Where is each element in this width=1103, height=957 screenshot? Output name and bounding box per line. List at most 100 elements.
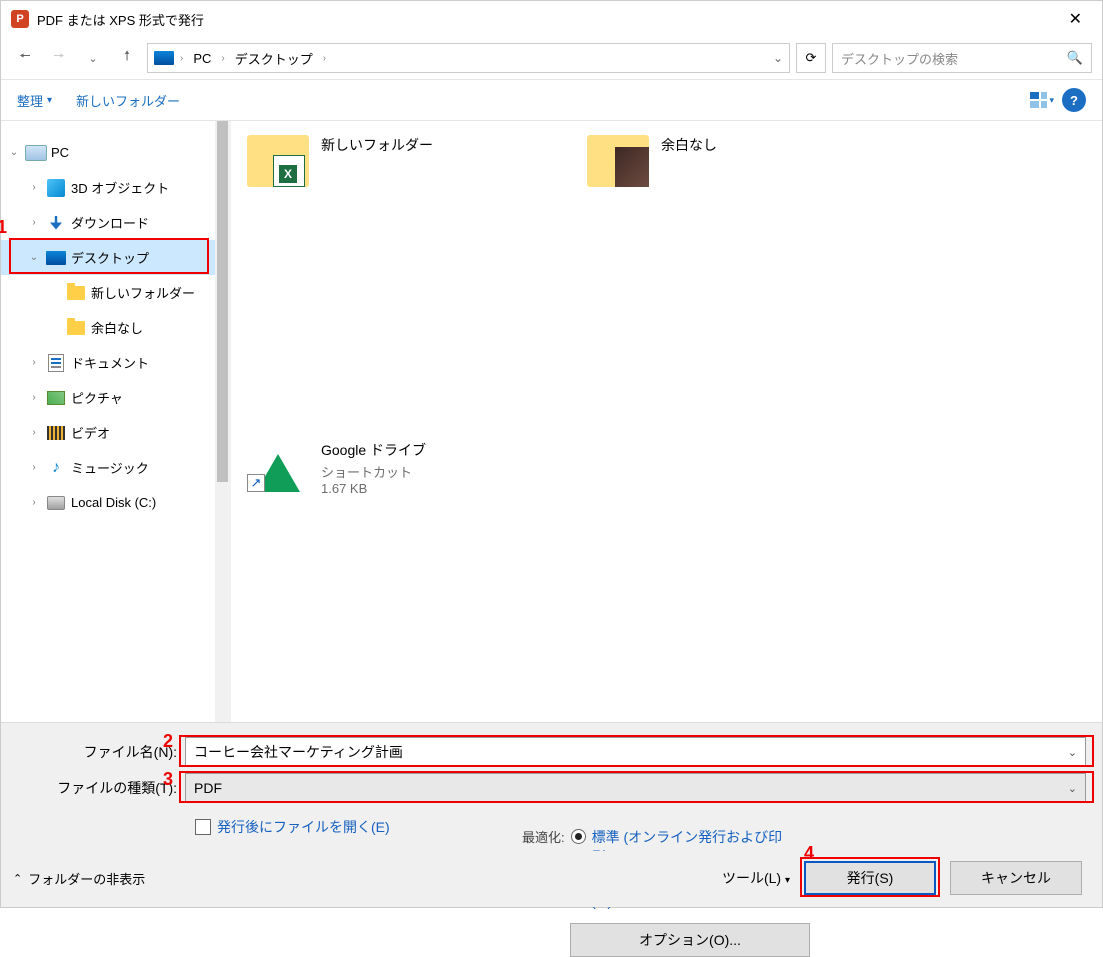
chevron-right-icon: › bbox=[221, 53, 224, 64]
tree-label: ダウンロード bbox=[71, 213, 149, 232]
tree-label: ピクチャ bbox=[71, 388, 123, 407]
cube-icon bbox=[47, 179, 65, 197]
tree-node-no-margin[interactable]: 余白なし bbox=[1, 310, 230, 345]
tree-node-pc[interactable]: ⌄ PC bbox=[1, 135, 230, 170]
open-after-checkbox[interactable] bbox=[195, 819, 211, 835]
tree-label: ドキュメント bbox=[71, 353, 149, 372]
monitor-icon bbox=[154, 51, 174, 65]
document-icon bbox=[48, 354, 64, 372]
hide-folders-label: フォルダーの非表示 bbox=[28, 869, 145, 888]
file-name: 余白なし bbox=[661, 135, 717, 155]
download-icon bbox=[50, 216, 62, 230]
file-name: Google ドライブ bbox=[321, 440, 426, 460]
folder-icon bbox=[247, 135, 309, 187]
tree-label: ビデオ bbox=[71, 423, 110, 442]
close-button[interactable]: ✕ bbox=[1059, 3, 1092, 35]
tree-label: PC bbox=[51, 145, 69, 160]
tree-node-pictures[interactable]: › ピクチャ bbox=[1, 380, 230, 415]
folder-icon bbox=[587, 135, 649, 187]
tree-node-videos[interactable]: › ビデオ bbox=[1, 415, 230, 450]
music-icon: ♪ bbox=[52, 459, 60, 477]
expand-icon[interactable]: › bbox=[27, 357, 41, 368]
tree-node-downloads[interactable]: › ダウンロード bbox=[1, 205, 230, 240]
powerpoint-icon: P bbox=[11, 10, 29, 28]
optimize-label: 最適化: bbox=[522, 827, 565, 846]
search-input[interactable]: デスクトップの検索 🔍 bbox=[832, 43, 1092, 73]
chevron-down-icon: ▾ bbox=[47, 95, 52, 106]
file-name: 新しいフォルダー bbox=[321, 135, 433, 155]
tree-label: 3D オブジェクト bbox=[71, 178, 169, 197]
collapse-icon[interactable]: ⌄ bbox=[27, 252, 41, 263]
help-button[interactable]: ? bbox=[1062, 88, 1086, 112]
address-bar[interactable]: › PC › デスクトップ › ⌄ bbox=[147, 43, 790, 73]
filename-input[interactable]: コーヒー会社マーケティング計画 ⌄ bbox=[185, 737, 1086, 767]
new-folder-button[interactable]: 新しいフォルダー bbox=[76, 91, 180, 110]
filetype-value: PDF bbox=[194, 780, 222, 796]
file-list[interactable]: 新しいフォルダー 余白なし ↗ Google ドライブ ショートカット 1.67… bbox=[231, 121, 1102, 722]
forward-button[interactable]: 🠖 bbox=[45, 44, 73, 72]
chevron-down-icon: ▾ bbox=[785, 875, 790, 886]
expand-icon[interactable]: › bbox=[27, 392, 41, 403]
filetype-select[interactable]: PDF ⌄ bbox=[185, 773, 1086, 803]
folder-tree: ⌄ PC › 3D オブジェクト › ダウンロード ⌄ デスクトップ bbox=[1, 121, 231, 722]
expand-icon[interactable]: › bbox=[27, 462, 41, 473]
disk-icon bbox=[47, 496, 65, 510]
up-button[interactable]: 🠕 bbox=[113, 44, 141, 72]
folder-icon bbox=[67, 286, 85, 300]
organize-button[interactable]: 整理 ▾ bbox=[17, 91, 52, 110]
open-after-label[interactable]: 発行後にファイルを開く(E) bbox=[217, 817, 390, 837]
hide-folders-button[interactable]: ⌃ フォルダーの非表示 bbox=[13, 869, 145, 888]
filename-label: ファイル名(N): bbox=[17, 742, 185, 762]
chevron-down-icon[interactable]: ⌄ bbox=[1068, 746, 1077, 759]
chevron-down-icon: ▾ bbox=[1049, 95, 1054, 106]
breadcrumb-desktop[interactable]: デスクトップ bbox=[231, 49, 317, 68]
chevron-down-icon[interactable]: ⌄ bbox=[773, 51, 783, 65]
cancel-button[interactable]: キャンセル bbox=[950, 861, 1082, 895]
video-icon bbox=[47, 426, 65, 440]
tree-node-desktop[interactable]: ⌄ デスクトップ bbox=[1, 240, 230, 275]
file-size: 1.67 KB bbox=[321, 481, 426, 496]
expand-icon[interactable]: › bbox=[27, 497, 41, 508]
search-icon: 🔍 bbox=[1067, 50, 1083, 66]
back-button[interactable]: 🠔 bbox=[11, 44, 39, 72]
tree-label: 新しいフォルダー bbox=[91, 283, 195, 302]
tree-label: 余白なし bbox=[91, 318, 143, 337]
shortcut-badge: ↗ bbox=[247, 474, 265, 492]
filetype-label: ファイルの種類(T): bbox=[17, 778, 185, 798]
refresh-button[interactable]: ⟳ bbox=[796, 43, 826, 73]
expand-icon[interactable]: › bbox=[27, 217, 41, 228]
expand-icon[interactable]: › bbox=[27, 182, 41, 193]
file-type: ショートカット bbox=[321, 462, 426, 481]
tree-node-3d-objects[interactable]: › 3D オブジェクト bbox=[1, 170, 230, 205]
filename-value: コーヒー会社マーケティング計画 bbox=[194, 742, 403, 762]
tree-node-new-folder[interactable]: 新しいフォルダー bbox=[1, 275, 230, 310]
tree-node-documents[interactable]: › ドキュメント bbox=[1, 345, 230, 380]
collapse-icon[interactable]: ⌄ bbox=[7, 147, 21, 158]
file-item[interactable]: ↗ Google ドライブ ショートカット 1.67 KB bbox=[247, 440, 547, 496]
radio-standard[interactable] bbox=[571, 829, 586, 844]
pc-icon bbox=[25, 145, 47, 161]
chevron-right-icon: › bbox=[323, 53, 326, 64]
tree-label: ミュージック bbox=[71, 458, 149, 477]
window-title: PDF または XPS 形式で発行 bbox=[37, 10, 1059, 29]
scrollbar[interactable] bbox=[215, 121, 230, 722]
recent-dropdown[interactable]: ⌄ bbox=[79, 44, 107, 72]
expand-icon[interactable]: › bbox=[27, 427, 41, 438]
chevron-right-icon: › bbox=[180, 53, 183, 64]
publish-button[interactable]: 発行(S) bbox=[804, 861, 936, 895]
tools-dropdown[interactable]: ツール(L) ▾ bbox=[722, 868, 790, 888]
view-mode-button[interactable]: ▾ bbox=[1030, 88, 1054, 112]
picture-icon bbox=[47, 391, 65, 405]
chevron-down-icon[interactable]: ⌄ bbox=[1068, 782, 1077, 795]
tree-label: デスクトップ bbox=[71, 248, 149, 267]
file-item[interactable]: 新しいフォルダー bbox=[247, 135, 547, 187]
file-item[interactable]: 余白なし bbox=[587, 135, 887, 187]
breadcrumb-pc[interactable]: PC bbox=[189, 51, 215, 66]
tree-label: Local Disk (C:) bbox=[71, 495, 156, 510]
desktop-icon bbox=[46, 251, 66, 265]
options-button[interactable]: オプション(O)... bbox=[570, 923, 810, 957]
google-drive-icon: ↗ bbox=[247, 440, 309, 492]
tree-node-local-disk[interactable]: › Local Disk (C:) bbox=[1, 485, 230, 520]
folder-icon bbox=[67, 321, 85, 335]
tree-node-music[interactable]: › ♪ ミュージック bbox=[1, 450, 230, 485]
